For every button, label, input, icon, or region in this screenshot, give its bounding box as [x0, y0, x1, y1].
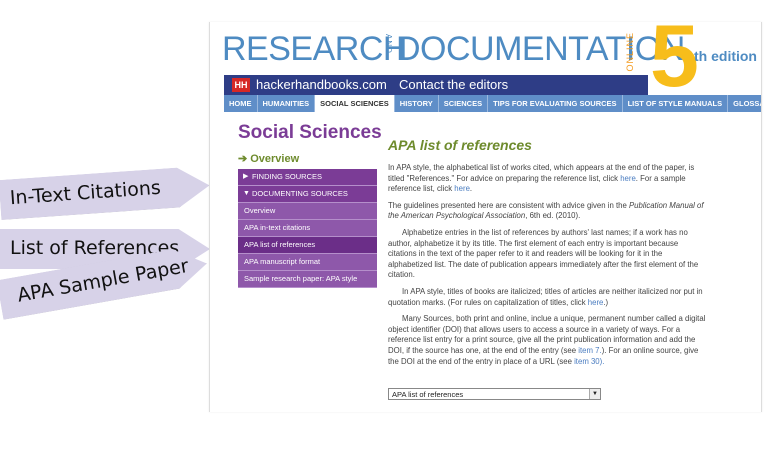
- masthead-and: AND: [384, 34, 393, 54]
- edition-text: th edition: [694, 48, 757, 64]
- website-frame: RESEARCH AND DOCUMENTATION ONLINE 5 th e…: [209, 22, 762, 412]
- nav-home[interactable]: HOME: [224, 95, 258, 112]
- item-30-link[interactable]: item 30).: [574, 357, 604, 366]
- nav-humanities[interactable]: HUMANITIES: [258, 95, 316, 112]
- side-nav: ▶ FINDING SOURCES ▼ DOCUMENTING SOURCES Ov…: [238, 169, 377, 288]
- overview-link[interactable]: ➔ Overview: [238, 152, 299, 165]
- sidebar-item-documenting-sources[interactable]: ▼ DOCUMENTING SOURCES: [238, 186, 377, 203]
- chevron-down-icon[interactable]: ▼: [589, 389, 600, 399]
- contact-editors-link[interactable]: Contact the editors: [399, 77, 508, 92]
- callout-in-text-citations: In-Text Citations: [0, 180, 1, 220]
- triangle-down-icon: ▼: [243, 190, 250, 197]
- masthead-title-research: RESEARCH: [222, 30, 407, 68]
- arrow-right-icon: ➔: [238, 153, 248, 165]
- reference-list-advice-link[interactable]: here: [620, 174, 636, 183]
- text: .): [603, 297, 609, 307]
- masthead-online: ONLINE: [625, 32, 635, 72]
- nav-sciences[interactable]: SCIENCES: [439, 95, 489, 112]
- nav-list-style-manuals[interactable]: LIST OF STYLE MANUALS: [623, 95, 729, 112]
- nav-history[interactable]: HISTORY: [395, 95, 439, 112]
- sample-reference-list-link[interactable]: here: [454, 184, 470, 193]
- paragraph: In APA style, the alphabetical list of w…: [388, 163, 708, 195]
- overview-link-label: Overview: [250, 153, 300, 165]
- text: In APA style, titles of books are italic…: [388, 286, 703, 307]
- masthead: RESEARCH AND DOCUMENTATION ONLINE 5 th e…: [210, 22, 761, 100]
- hh-logo-icon[interactable]: HH: [232, 78, 250, 92]
- sidebar-item-apa-manuscript-format[interactable]: APA manuscript format: [238, 254, 377, 271]
- main-content: APA list of references In APA style, the…: [388, 137, 708, 373]
- item-7-link[interactable]: item 7.: [578, 346, 601, 355]
- text: .: [469, 184, 473, 194]
- main-nav: HOME HUMANITIES SOCIAL SCIENCES HISTORY …: [224, 95, 761, 112]
- text: The guidelines presented here are consis…: [388, 200, 629, 210]
- capitalization-rules-link[interactable]: here: [588, 298, 604, 307]
- topic-select[interactable]: APA list of references ▼: [388, 388, 601, 400]
- edition-number: 5: [650, 22, 699, 105]
- page-title: Social Sciences: [238, 122, 382, 143]
- paragraph: Many Sources, both print and online, inc…: [388, 314, 708, 367]
- sidebar-item-label: DOCUMENTING SOURCES: [252, 189, 348, 198]
- top-bar: HH hackerhandbooks.com Contact the edito…: [224, 75, 648, 95]
- text: , 6th ed. (2010).: [525, 211, 581, 221]
- nav-glossary[interactable]: GLOSSARY OF TERMS: [728, 95, 761, 112]
- paragraph: In APA style, titles of books are italic…: [388, 287, 708, 308]
- paragraph: Alphabetize entries in the list of refer…: [388, 227, 699, 280]
- topic-select-value: APA list of references: [392, 390, 464, 399]
- site-link[interactable]: hackerhandbooks.com: [256, 77, 387, 92]
- sidebar-item-overview[interactable]: Overview: [238, 203, 377, 220]
- callout-apa-sample-paper: APA Sample Paper: [0, 280, 3, 319]
- masthead-title-documentation: DOCUMENTATION: [396, 30, 685, 68]
- sidebar-item-apa-in-text-citations[interactable]: APA in-text citations: [238, 220, 377, 237]
- nav-tips-evaluating-sources[interactable]: TIPS FOR EVALUATING SOURCES: [488, 95, 623, 112]
- sidebar-item-sample-research-paper[interactable]: Sample research paper: APA style: [238, 271, 377, 288]
- sidebar-item-apa-list-of-references[interactable]: APA list of references: [238, 237, 377, 254]
- paragraph: The guidelines presented here are consis…: [388, 201, 708, 222]
- sidebar-item-finding-sources[interactable]: ▶ FINDING SOURCES: [238, 169, 377, 186]
- content-title: APA list of references: [388, 137, 532, 153]
- sidebar-item-label: FINDING SOURCES: [252, 172, 323, 181]
- nav-social-sciences[interactable]: SOCIAL SCIENCES: [315, 95, 395, 112]
- triangle-right-icon: ▶: [243, 173, 249, 180]
